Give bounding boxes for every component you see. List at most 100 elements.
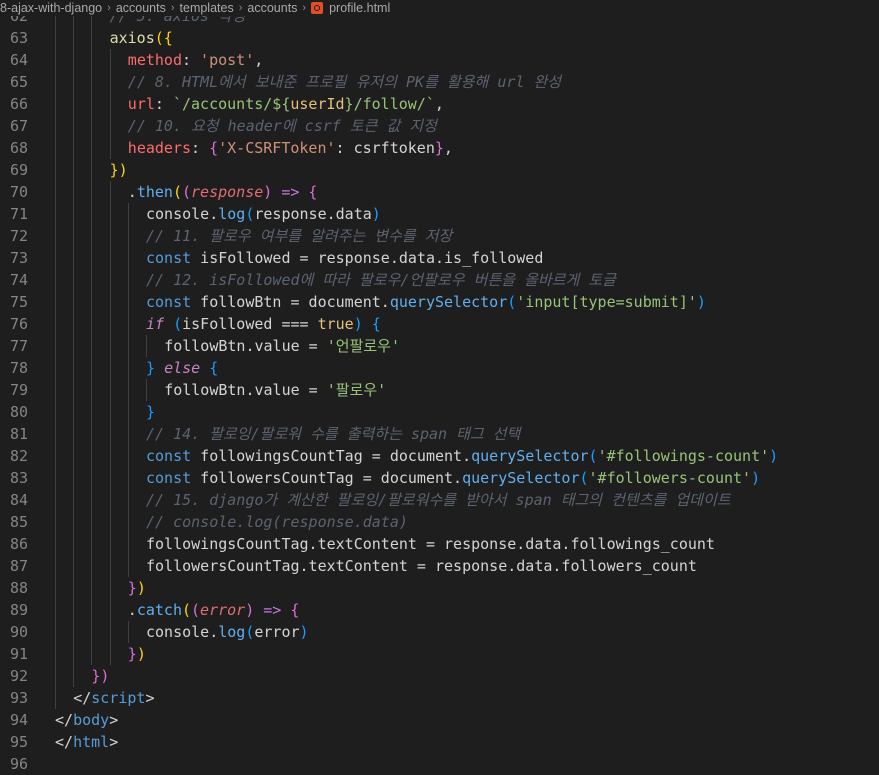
code-token: script: [91, 689, 146, 707]
code-token: then: [136, 183, 173, 201]
indent-guide: [73, 181, 75, 203]
code-token: >: [109, 733, 119, 751]
indent-guide: [127, 621, 129, 643]
code-content: // 11. 팔로우 여부를 알려주는 변수를 저장: [28, 225, 879, 247]
code-editor[interactable]: 62// 5. axios 작성 63 axios({64 method: 'post…: [0, 5, 879, 775]
code-token: true: [317, 315, 354, 333]
indent-guide: [91, 159, 93, 181]
code-line: 92}): [0, 665, 879, 687]
code-token: querySelector: [462, 469, 580, 487]
breadcrumb-item[interactable]: accounts: [116, 0, 166, 16]
code-token: response.data: [254, 205, 372, 223]
indent-guide: [109, 71, 111, 93]
indent-guide: [73, 511, 75, 533]
code-token: : csrftoken: [335, 139, 435, 157]
line-number: 72: [9, 227, 28, 245]
code-token: =>: [263, 601, 282, 619]
indent-guide: [73, 599, 75, 621]
indent-guide: [109, 423, 111, 445]
code-line: 91}): [0, 643, 879, 665]
code-token: log: [218, 623, 246, 641]
code-content: </script>: [28, 687, 879, 709]
code-token: .: [127, 183, 137, 201]
indent-guide: [109, 203, 111, 225]
indent-guide: [146, 379, 147, 401]
code-token: catch: [136, 601, 182, 619]
indent-guide: [91, 137, 93, 159]
indent-guide: [109, 621, 111, 643]
indent-guide: [73, 115, 75, 137]
code-token: const: [146, 447, 192, 465]
code-token: ,: [443, 139, 453, 157]
indent-guide: [127, 335, 129, 357]
line-number: 76: [9, 315, 28, 333]
indent-guide: [91, 599, 93, 621]
code-token: ): [371, 205, 381, 223]
html5-file-icon: [311, 2, 324, 14]
code-token: {: [371, 315, 381, 333]
line-number: 92: [9, 667, 28, 685]
indent-guide: [73, 379, 75, 401]
indent-guide: [127, 247, 129, 269]
breadcrumb-item[interactable]: templates: [180, 0, 234, 16]
line-number: 91: [9, 645, 28, 663]
indent-guide: [109, 313, 111, 335]
code-token: followingsCountTag = document.: [191, 447, 472, 465]
code-token: // 10. 요청 header에 csrf 토큰 값 지정: [127, 117, 437, 135]
code-line: 81 // 14. 팔로잉/팔로워 수를 출력하는 span 태그 선택: [0, 423, 879, 445]
chevron-right-icon: ›: [238, 2, 243, 14]
indent-guide: [55, 203, 56, 225]
indent-guide: [55, 225, 56, 247]
indent-guide: [73, 313, 75, 335]
breadcrumb-item[interactable]: accounts: [247, 0, 297, 16]
code-token: // 15. django가 계산한 팔로잉/팔로워수를 받아서 span 태그…: [146, 491, 731, 509]
indent-guide: [55, 269, 56, 291]
code-content: console.log(error): [28, 621, 879, 643]
code-token: ): [299, 623, 309, 641]
line-number: 89: [9, 601, 28, 619]
line-number: 93: [9, 689, 28, 707]
indent-guide: [73, 93, 75, 115]
code-token: error: [200, 601, 246, 619]
code-token: followersCountTag.textContent = response…: [146, 557, 697, 575]
code-token: ): [696, 293, 706, 311]
indent-guide: [73, 225, 75, 247]
indent-guide: [73, 291, 75, 313]
indent-guide: [91, 247, 93, 269]
code-content: const isFollowed = response.data.is_foll…: [28, 247, 879, 269]
indent-guide: [55, 379, 56, 401]
code-token: followBtn = document.: [191, 293, 390, 311]
code-line: 86 followingsCountTag.textContent = respo…: [0, 533, 879, 555]
code-content: </body>: [28, 709, 879, 731]
code-content: axios({: [28, 27, 879, 49]
code-token: }: [434, 139, 444, 157]
indent-guide: [73, 269, 75, 291]
line-number: 88: [9, 579, 28, 597]
breadcrumb-file[interactable]: profile.html: [329, 0, 390, 16]
indent-guide: [127, 379, 129, 401]
indent-guide: [91, 643, 93, 665]
code-token: method: [127, 51, 182, 69]
indent-guide: [109, 379, 111, 401]
code-token: isFollowed = response.data.is_followed: [191, 249, 544, 267]
code-token: :: [154, 95, 173, 113]
indent-guide: [109, 49, 111, 71]
breadcrumb-item[interactable]: 8-ajax-with-django: [0, 0, 102, 16]
code-line: 82 const followingsCountTag = document.qu…: [0, 445, 879, 467]
code-token: :: [181, 51, 201, 69]
code-token: const: [146, 249, 192, 267]
indent-guide: [55, 313, 56, 335]
line-number: 70: [9, 183, 28, 201]
indent-guide: [55, 599, 56, 621]
indent-guide: [109, 643, 111, 665]
indent-guide: [109, 467, 111, 489]
indent-guide: [55, 533, 56, 555]
indent-guide: [91, 401, 93, 423]
code-line: 70 .then((response) => {: [0, 181, 879, 203]
code-token: url: [127, 95, 155, 113]
code-content: // 10. 요청 header에 csrf 토큰 값 지정: [28, 115, 879, 137]
